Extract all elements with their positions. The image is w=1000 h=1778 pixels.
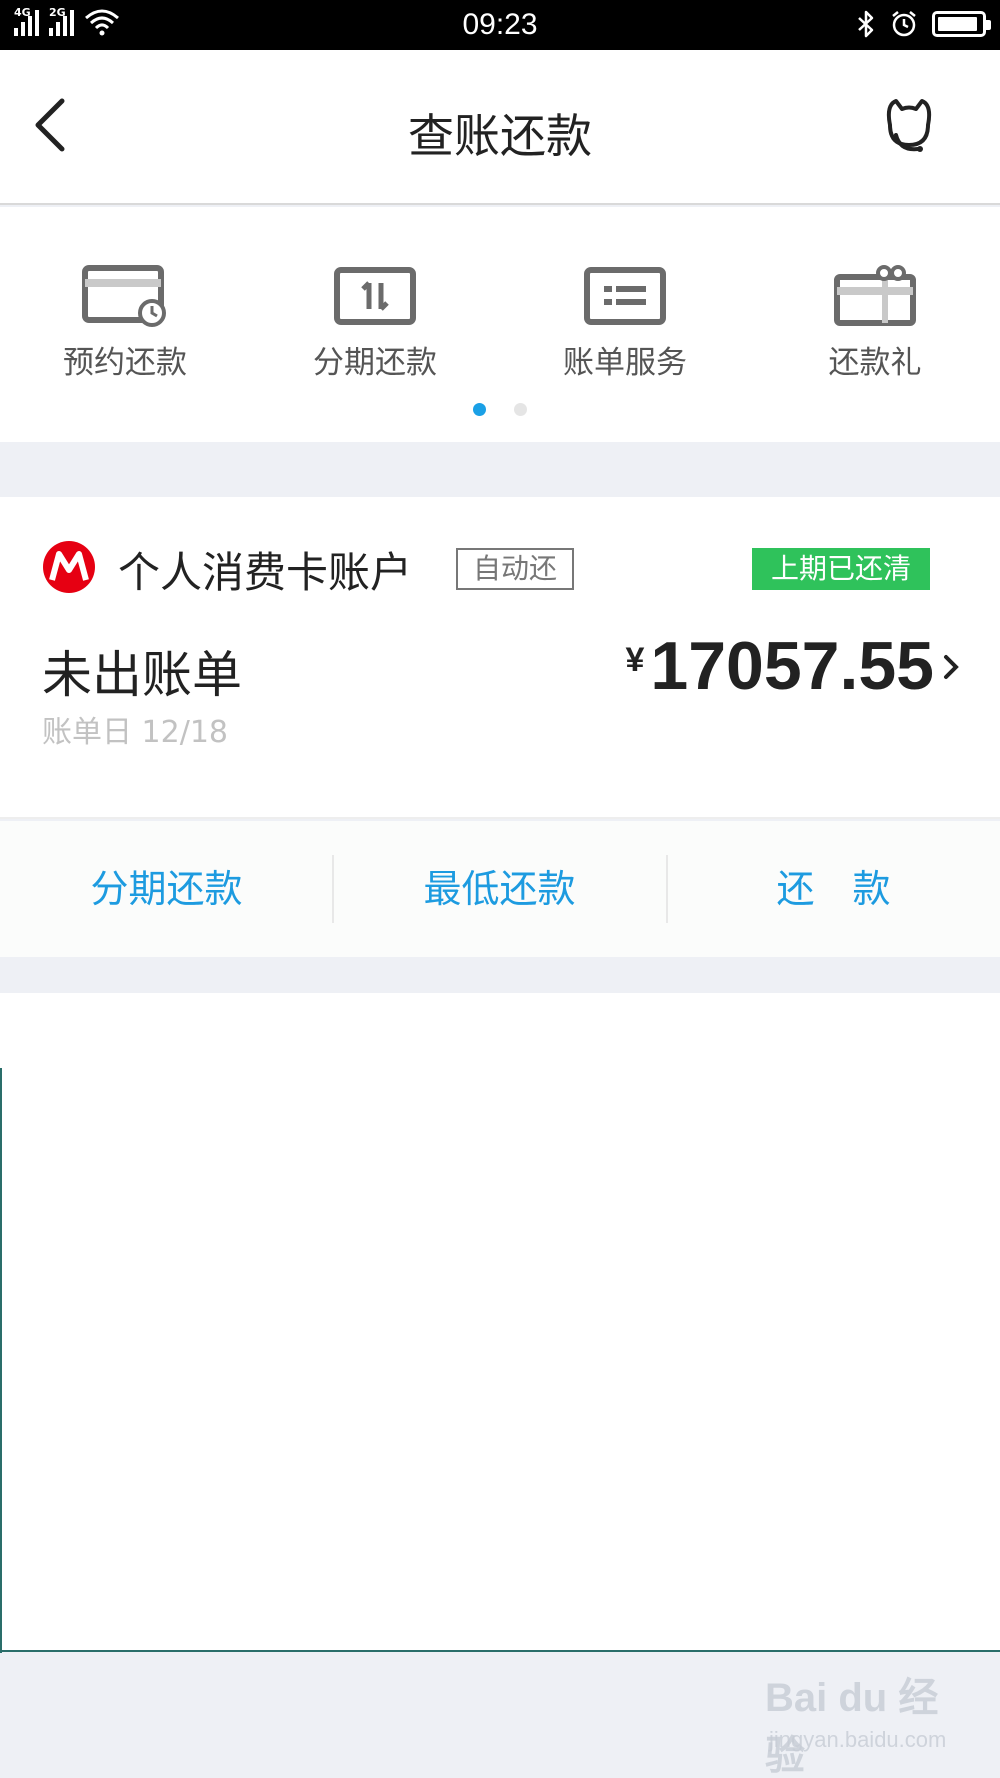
alarm-icon: [892, 11, 916, 37]
currency-symbol: ¥: [625, 641, 645, 679]
quick-item-gift[interactable]: 还款礼: [785, 265, 965, 382]
auto-repay-badge: 自动还: [456, 548, 574, 590]
bill-amount[interactable]: ¥17057.55: [625, 627, 934, 705]
scheduled-payment-icon: [82, 265, 166, 327]
repay-button[interactable]: 还 款: [667, 821, 1000, 957]
quick-menu: 预约还款 分期还款 账单服务 还款礼: [0, 207, 1000, 442]
bluetooth-icon: [858, 10, 874, 38]
status-bar: 4G 2G 09:23: [0, 0, 1000, 50]
watermark-url: jingyan.baidu.com: [769, 1727, 947, 1752]
bill-status: 未出账单: [42, 646, 242, 704]
status-right: [856, 10, 991, 38]
customer-service-icon[interactable]: [878, 95, 940, 157]
gift-icon: [834, 265, 916, 326]
account-name: 个人消费卡账户: [118, 548, 413, 597]
quick-item-scheduled-payment[interactable]: 预约还款: [35, 265, 215, 382]
page-dot-active[interactable]: [473, 403, 486, 416]
watermark: Bai du 经验 jingyan.baidu.com: [765, 1665, 975, 1778]
quick-item-label: 预约还款: [63, 345, 187, 381]
action-bar: 分期还款 最低还款 还 款: [0, 821, 1000, 957]
quick-item-label: 账单服务: [563, 345, 687, 381]
page-indicator: [0, 401, 1000, 420]
watermark-logo: Bai du 经验: [765, 1676, 939, 1778]
battery-icon: [932, 11, 991, 37]
bill-service-icon: [584, 267, 666, 325]
account-card[interactable]: 个人消费卡账户 自动还 上期已还清 未出账单 账单日 12/18 ¥17057.…: [0, 497, 1000, 819]
amount-value: 17057.55: [650, 628, 934, 704]
bill-date: 账单日 12/18: [42, 715, 228, 750]
quick-item-label: 还款礼: [828, 345, 922, 381]
quick-item-label: 分期还款: [313, 345, 437, 381]
panel-edge: [0, 1068, 2, 1653]
minimum-repay-button[interactable]: 最低还款: [333, 821, 666, 957]
bank-logo-icon: [43, 541, 95, 593]
status-badge: 上期已还清: [752, 548, 930, 590]
quick-item-installment[interactable]: 分期还款: [285, 265, 465, 382]
page-title: 查账还款: [408, 109, 592, 163]
content-panel: [0, 993, 1000, 1652]
status-time: 09:23: [462, 8, 538, 41]
page-dot[interactable]: [514, 403, 527, 416]
installment-icon: [334, 267, 416, 325]
installment-repay-button[interactable]: 分期还款: [0, 821, 333, 957]
nav-bar: 查账还款: [0, 50, 1000, 205]
quick-item-bill-service[interactable]: 账单服务: [535, 265, 715, 382]
chevron-right-icon[interactable]: [940, 647, 962, 687]
